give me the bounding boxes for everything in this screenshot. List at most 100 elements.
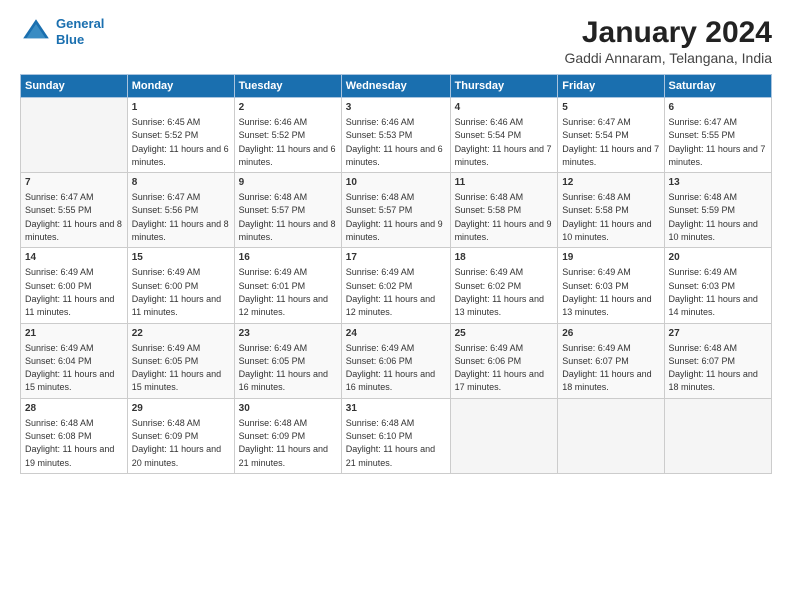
day-info: Sunrise: 6:47 AMSunset: 5:54 PMDaylight:… [562, 117, 659, 167]
calendar-cell: 1Sunrise: 6:45 AMSunset: 5:52 PMDaylight… [127, 98, 234, 173]
calendar-cell: 21 Sunrise: 6:49 AMSunset: 6:04 PMDayligh… [21, 323, 128, 398]
day-info: Sunrise: 6:49 AMSunset: 6:02 PMDaylight:… [346, 267, 435, 317]
header-wednesday: Wednesday [341, 75, 450, 98]
calendar-week-2: 7 Sunrise: 6:47 AMSunset: 5:55 PMDaylight… [21, 173, 772, 248]
calendar-cell: 23 Sunrise: 6:49 AMSunset: 6:05 PMDayligh… [234, 323, 341, 398]
day-info: Sunrise: 6:49 AMSunset: 6:07 PMDaylight:… [562, 343, 651, 393]
day-info: Sunrise: 6:49 AMSunset: 6:05 PMDaylight:… [239, 343, 328, 393]
day-number: 1 [132, 101, 230, 115]
day-info: Sunrise: 6:48 AMSunset: 6:09 PMDaylight:… [239, 418, 328, 468]
day-number: 6 [669, 101, 767, 115]
calendar-cell: 3Sunrise: 6:46 AMSunset: 5:53 PMDaylight… [341, 98, 450, 173]
calendar-title: January 2024 [564, 16, 772, 50]
day-number: 20 [669, 251, 767, 265]
calendar-cell: 9 Sunrise: 6:48 AMSunset: 5:57 PMDaylight… [234, 173, 341, 248]
day-number: 24 [346, 327, 446, 341]
calendar-cell: 5 Sunrise: 6:47 AMSunset: 5:54 PMDaylight… [558, 98, 664, 173]
day-info: Sunrise: 6:49 AMSunset: 6:06 PMDaylight:… [455, 343, 544, 393]
calendar-cell: 31 Sunrise: 6:48 AMSunset: 6:10 PMDayligh… [341, 398, 450, 473]
calendar-cell: 2 Sunrise: 6:46 AMSunset: 5:52 PMDaylight… [234, 98, 341, 173]
calendar-cell: 22Sunrise: 6:49 AMSunset: 6:05 PMDayligh… [127, 323, 234, 398]
calendar-header-row: Sunday Monday Tuesday Wednesday Thursday… [21, 75, 772, 98]
day-info: Sunrise: 6:49 AMSunset: 6:04 PMDaylight:… [25, 343, 114, 393]
day-number: 21 [25, 327, 123, 341]
logo-text: General Blue [56, 16, 104, 47]
day-number: 9 [239, 176, 337, 190]
calendar-cell: 11 Sunrise: 6:48 AMSunset: 5:58 PMDayligh… [450, 173, 558, 248]
calendar-cell: 19Sunrise: 6:49 AMSunset: 6:03 PMDayligh… [558, 248, 664, 323]
calendar-table: Sunday Monday Tuesday Wednesday Thursday… [20, 74, 772, 474]
day-info: Sunrise: 6:49 AMSunset: 6:03 PMDaylight:… [669, 267, 758, 317]
day-number: 29 [132, 402, 230, 416]
day-info: Sunrise: 6:49 AMSunset: 6:05 PMDaylight:… [132, 343, 221, 393]
title-block: January 2024 Gaddi Annaram, Telangana, I… [564, 16, 772, 66]
calendar-cell: 4 Sunrise: 6:46 AMSunset: 5:54 PMDaylight… [450, 98, 558, 173]
calendar-cell: 18 Sunrise: 6:49 AMSunset: 6:02 PMDayligh… [450, 248, 558, 323]
day-number: 30 [239, 402, 337, 416]
day-info: Sunrise: 6:47 AMSunset: 5:56 PMDaylight:… [132, 192, 229, 242]
day-number: 31 [346, 402, 446, 416]
day-number: 10 [346, 176, 446, 190]
day-number: 23 [239, 327, 337, 341]
day-number: 8 [132, 176, 230, 190]
calendar-cell: 25Sunrise: 6:49 AMSunset: 6:06 PMDayligh… [450, 323, 558, 398]
day-number: 13 [669, 176, 767, 190]
calendar-week-4: 21 Sunrise: 6:49 AMSunset: 6:04 PMDayligh… [21, 323, 772, 398]
calendar-cell [558, 398, 664, 473]
calendar-cell: 7 Sunrise: 6:47 AMSunset: 5:55 PMDaylight… [21, 173, 128, 248]
header-thursday: Thursday [450, 75, 558, 98]
calendar-cell [664, 398, 771, 473]
day-info: Sunrise: 6:49 AMSunset: 6:00 PMDaylight:… [25, 267, 114, 317]
day-info: Sunrise: 6:49 AMSunset: 6:01 PMDaylight:… [239, 267, 328, 317]
calendar-cell [21, 98, 128, 173]
day-number: 16 [239, 251, 337, 265]
day-info: Sunrise: 6:48 AMSunset: 5:59 PMDaylight:… [669, 192, 758, 242]
calendar-cell: 26Sunrise: 6:49 AMSunset: 6:07 PMDayligh… [558, 323, 664, 398]
calendar-cell: 24Sunrise: 6:49 AMSunset: 6:06 PMDayligh… [341, 323, 450, 398]
day-number: 11 [455, 176, 554, 190]
calendar-cell: 15Sunrise: 6:49 AMSunset: 6:00 PMDayligh… [127, 248, 234, 323]
day-info: Sunrise: 6:46 AMSunset: 5:52 PMDaylight:… [239, 117, 336, 167]
calendar-subtitle: Gaddi Annaram, Telangana, India [564, 50, 772, 66]
day-info: Sunrise: 6:48 AMSunset: 5:58 PMDaylight:… [562, 192, 651, 242]
calendar-cell: 12 Sunrise: 6:48 AMSunset: 5:58 PMDayligh… [558, 173, 664, 248]
day-info: Sunrise: 6:48 AMSunset: 6:08 PMDaylight:… [25, 418, 114, 468]
header-saturday: Saturday [664, 75, 771, 98]
day-number: 14 [25, 251, 123, 265]
day-number: 28 [25, 402, 123, 416]
day-info: Sunrise: 6:49 AMSunset: 6:02 PMDaylight:… [455, 267, 544, 317]
calendar-cell: 10Sunrise: 6:48 AMSunset: 5:57 PMDayligh… [341, 173, 450, 248]
logo-icon [20, 16, 52, 48]
day-info: Sunrise: 6:46 AMSunset: 5:54 PMDaylight:… [455, 117, 552, 167]
page: General Blue January 2024 Gaddi Annaram,… [0, 0, 792, 612]
calendar-cell: 6Sunrise: 6:47 AMSunset: 5:55 PMDaylight… [664, 98, 771, 173]
day-info: Sunrise: 6:48 AMSunset: 6:09 PMDaylight:… [132, 418, 221, 468]
calendar-cell: 14 Sunrise: 6:49 AMSunset: 6:00 PMDayligh… [21, 248, 128, 323]
calendar-cell: 27Sunrise: 6:48 AMSunset: 6:07 PMDayligh… [664, 323, 771, 398]
logo: General Blue [20, 16, 104, 48]
header-monday: Monday [127, 75, 234, 98]
calendar-cell: 28 Sunrise: 6:48 AMSunset: 6:08 PMDayligh… [21, 398, 128, 473]
day-number: 5 [562, 101, 659, 115]
calendar-cell: 20 Sunrise: 6:49 AMSunset: 6:03 PMDayligh… [664, 248, 771, 323]
header-friday: Friday [558, 75, 664, 98]
day-number: 18 [455, 251, 554, 265]
day-number: 4 [455, 101, 554, 115]
calendar-cell: 29 Sunrise: 6:48 AMSunset: 6:09 PMDayligh… [127, 398, 234, 473]
calendar-cell: 17 Sunrise: 6:49 AMSunset: 6:02 PMDayligh… [341, 248, 450, 323]
day-info: Sunrise: 6:46 AMSunset: 5:53 PMDaylight:… [346, 117, 443, 167]
day-info: Sunrise: 6:48 AMSunset: 6:07 PMDaylight:… [669, 343, 758, 393]
day-number: 7 [25, 176, 123, 190]
day-info: Sunrise: 6:48 AMSunset: 6:10 PMDaylight:… [346, 418, 435, 468]
day-number: 19 [562, 251, 659, 265]
day-info: Sunrise: 6:48 AMSunset: 5:57 PMDaylight:… [239, 192, 336, 242]
calendar-week-3: 14 Sunrise: 6:49 AMSunset: 6:00 PMDayligh… [21, 248, 772, 323]
header-tuesday: Tuesday [234, 75, 341, 98]
calendar-cell: 16 Sunrise: 6:49 AMSunset: 6:01 PMDayligh… [234, 248, 341, 323]
day-number: 2 [239, 101, 337, 115]
day-info: Sunrise: 6:48 AMSunset: 5:58 PMDaylight:… [455, 192, 552, 242]
day-number: 12 [562, 176, 659, 190]
day-number: 17 [346, 251, 446, 265]
day-info: Sunrise: 6:47 AMSunset: 5:55 PMDaylight:… [25, 192, 122, 242]
header-sunday: Sunday [21, 75, 128, 98]
